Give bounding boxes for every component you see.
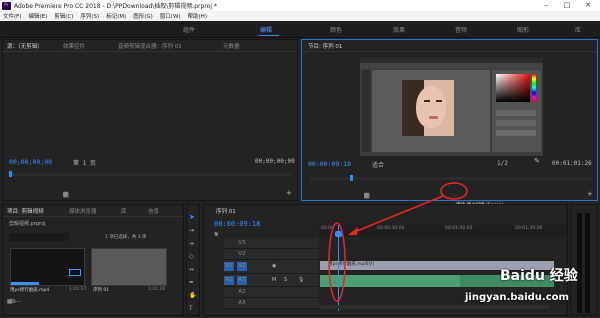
annotation-arrowhead [348,227,358,235]
annotation-arrow [351,195,444,234]
baidu-watermark-url: jingyan.baidu.com [465,292,569,303]
annotation-ellipse-playhead [328,222,346,302]
baidu-watermark: Baidu 经验 [500,268,578,284]
annotation-circle-play [440,182,468,200]
